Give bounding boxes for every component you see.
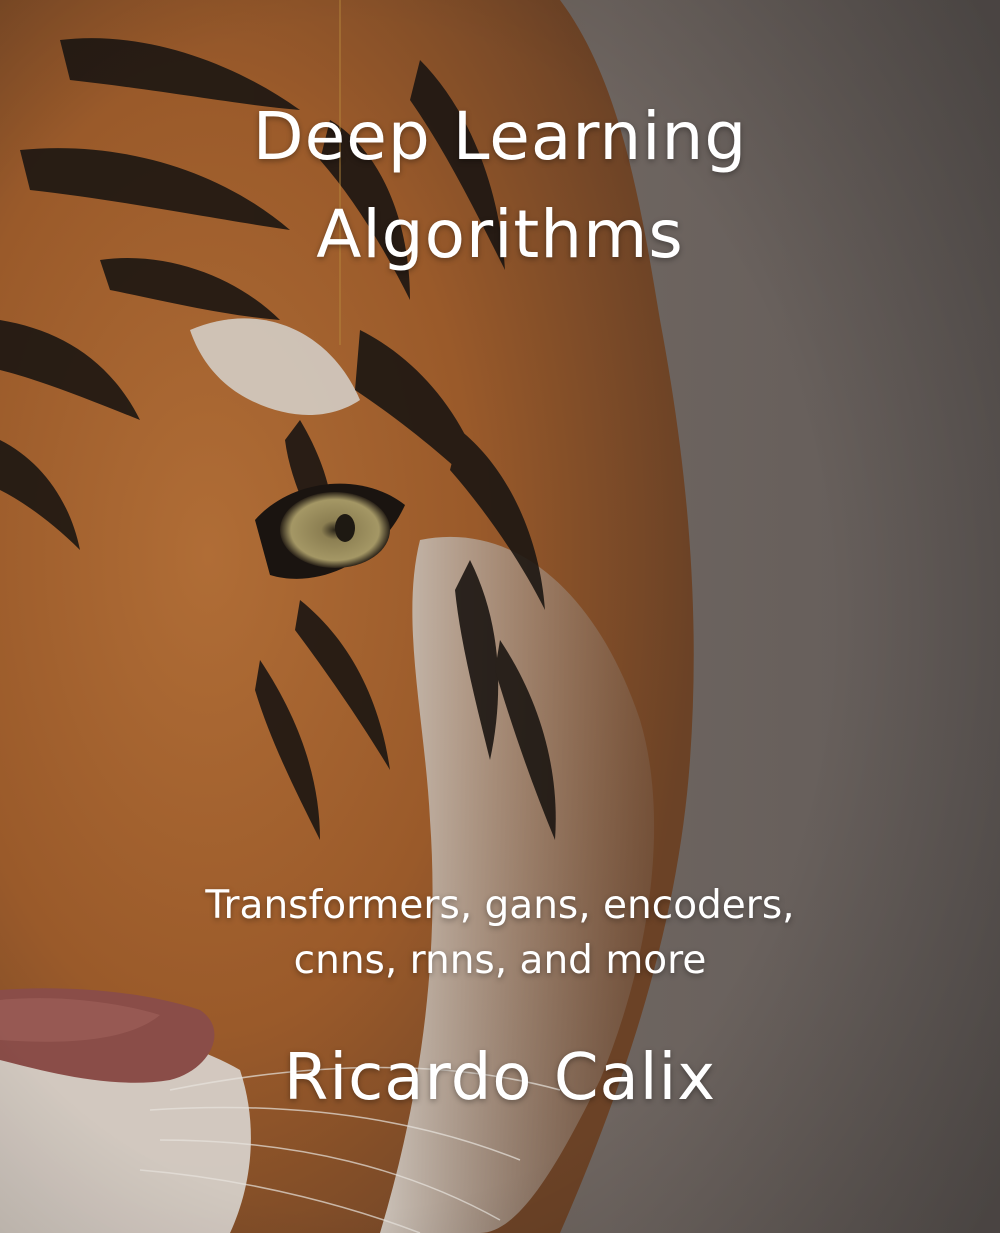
book-title: Deep Learning Algorithms [0,88,1000,284]
book-cover: Deep Learning Algorithms Transformers, g… [0,0,1000,1233]
book-title-line-2: Algorithms [316,196,684,273]
book-subtitle-line-1: Transformers, gans, encoders, [205,883,795,928]
book-title-line-1: Deep Learning [252,98,748,175]
book-subtitle-line-2: cnns, rnns, and more [293,938,707,983]
book-author: Ricardo Calix [283,1041,717,1115]
book-subtitle: Transformers, gans, encoders, cnns, rnns… [0,878,1000,988]
